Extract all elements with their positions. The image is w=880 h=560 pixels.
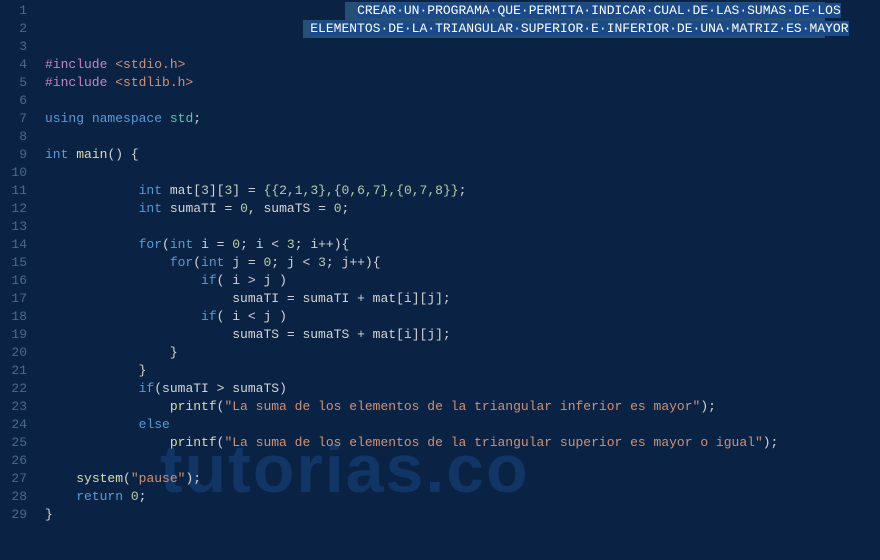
line-number: 15 — [0, 254, 27, 272]
code-line[interactable]: int sumaTI = 0, sumaTS = 0; — [45, 200, 880, 218]
code-line[interactable] — [45, 38, 880, 56]
line-number: 17 — [0, 290, 27, 308]
code-line[interactable]: #include <stdio.h> — [45, 56, 880, 74]
code-editor[interactable]: 1234567891011121314151617181920212223242… — [0, 0, 880, 560]
line-number: 7 — [0, 110, 27, 128]
line-number: 5 — [0, 74, 27, 92]
code-line[interactable]: } — [45, 362, 880, 380]
line-number: 11 — [0, 182, 27, 200]
code-line[interactable]: for(int i = 0; i < 3; i++){ — [45, 236, 880, 254]
code-line[interactable]: for(int j = 0; j < 3; j++){ — [45, 254, 880, 272]
line-number: 10 — [0, 164, 27, 182]
code-area[interactable]: CREAR·UN·PROGRAMA·QUE·PERMITA·INDICAR·CU… — [35, 0, 880, 560]
line-number: 22 — [0, 380, 27, 398]
code-line[interactable]: if( i > j ) — [45, 272, 880, 290]
code-line[interactable]: #include <stdlib.h> — [45, 74, 880, 92]
code-line[interactable]: int main() { — [45, 146, 880, 164]
line-number: 16 — [0, 272, 27, 290]
code-line[interactable]: printf("La suma de los elementos de la t… — [45, 434, 880, 452]
line-number: 12 — [0, 200, 27, 218]
line-number: 1 — [0, 2, 27, 20]
line-number: 18 — [0, 308, 27, 326]
code-line[interactable]: printf("La suma de los elementos de la t… — [45, 398, 880, 416]
code-line[interactable]: sumaTS = sumaTS + mat[i][j]; — [45, 326, 880, 344]
line-number: 9 — [0, 146, 27, 164]
line-number-gutter: 1234567891011121314151617181920212223242… — [0, 0, 35, 560]
code-line[interactable]: sumaTI = sumaTI + mat[i][j]; — [45, 290, 880, 308]
line-number: 3 — [0, 38, 27, 56]
code-line[interactable]: if( i < j ) — [45, 308, 880, 326]
code-line[interactable]: system("pause"); — [45, 470, 880, 488]
code-line[interactable]: ELEMENTOS·DE·LA·TRIANGULAR·SUPERIOR·E·IN… — [45, 20, 880, 38]
code-line[interactable] — [45, 452, 880, 470]
line-number: 4 — [0, 56, 27, 74]
code-line[interactable]: return 0; — [45, 488, 880, 506]
line-number: 8 — [0, 128, 27, 146]
code-line[interactable]: int mat[3][3] = {{2,1,3},{0,6,7},{0,7,8}… — [45, 182, 880, 200]
line-number: 14 — [0, 236, 27, 254]
code-line[interactable]: using namespace std; — [45, 110, 880, 128]
line-number: 26 — [0, 452, 27, 470]
code-line[interactable] — [45, 128, 880, 146]
line-number: 24 — [0, 416, 27, 434]
line-number: 28 — [0, 488, 27, 506]
code-line[interactable] — [45, 218, 880, 236]
line-number: 20 — [0, 344, 27, 362]
code-line[interactable] — [45, 92, 880, 110]
line-number: 27 — [0, 470, 27, 488]
code-line[interactable]: } — [45, 506, 880, 524]
line-number: 13 — [0, 218, 27, 236]
line-number: 23 — [0, 398, 27, 416]
code-line[interactable]: else — [45, 416, 880, 434]
code-line[interactable] — [45, 164, 880, 182]
line-number: 19 — [0, 326, 27, 344]
code-line[interactable]: } — [45, 344, 880, 362]
code-line[interactable]: CREAR·UN·PROGRAMA·QUE·PERMITA·INDICAR·CU… — [45, 2, 880, 20]
line-number: 2 — [0, 20, 27, 38]
line-number: 21 — [0, 362, 27, 380]
code-line[interactable]: if(sumaTI > sumaTS) — [45, 380, 880, 398]
line-number: 25 — [0, 434, 27, 452]
line-number: 6 — [0, 92, 27, 110]
line-number: 29 — [0, 506, 27, 524]
